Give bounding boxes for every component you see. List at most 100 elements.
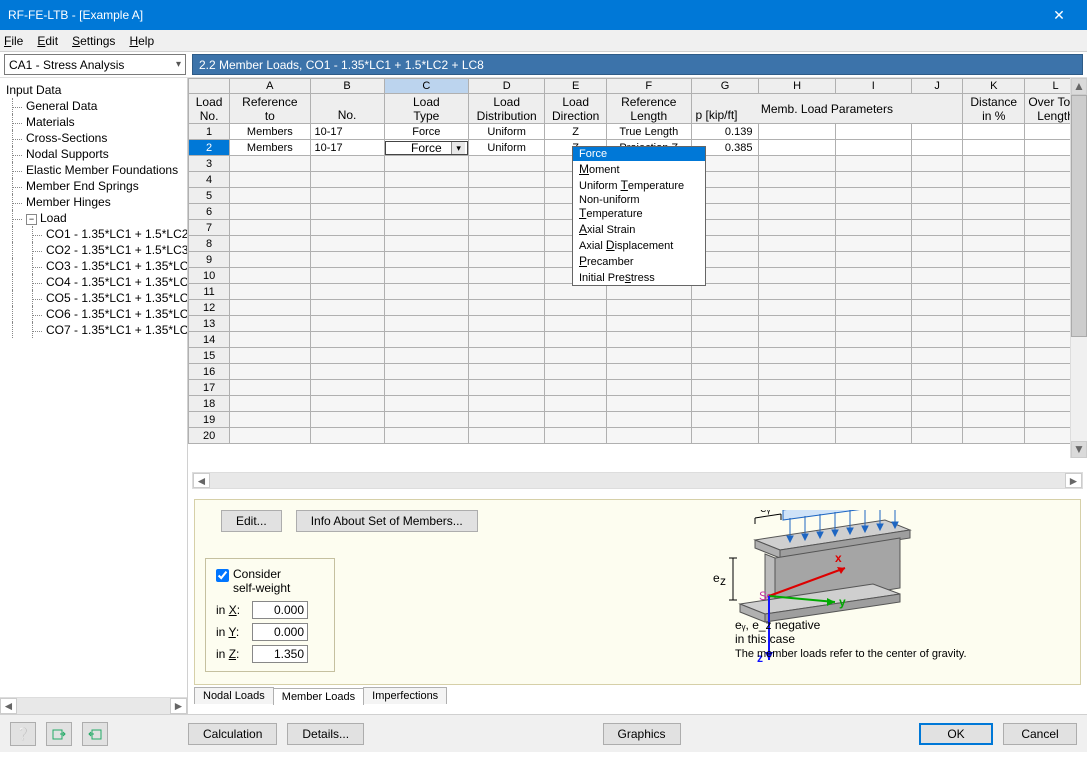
menu-settings[interactable]: Settings — [72, 34, 115, 48]
col-I[interactable]: I — [835, 79, 911, 94]
scroll-up-icon[interactable]: ▲ — [1071, 78, 1087, 95]
cancel-button[interactable]: Cancel — [1003, 723, 1077, 745]
iny-input[interactable] — [252, 623, 308, 641]
corner-cell — [189, 79, 230, 94]
grid-vscroll[interactable]: ▲ ▼ — [1070, 78, 1087, 458]
table-row[interactable]: 19 — [189, 412, 1087, 428]
tree-cross-sections[interactable]: Cross-Sections — [2, 130, 185, 146]
window-title: RF-FE-LTB - [Example A] — [8, 8, 1039, 22]
toolbar-row: CA1 - Stress Analysis 2.2 Member Loads, … — [0, 52, 1087, 78]
tree-co6[interactable]: CO6 - 1.35*LC1 + 1.35*LC — [2, 306, 185, 322]
menu-help[interactable]: Help — [129, 34, 154, 48]
opt-force[interactable]: Force — [573, 147, 705, 161]
opt-nonuniform-temp[interactable]: Non-uniform Temperature — [573, 193, 705, 221]
tree-materials[interactable]: Materials — [2, 114, 185, 130]
menu-file[interactable]: File — [4, 34, 23, 48]
tree-general-data[interactable]: General Data — [2, 98, 185, 114]
col-F[interactable]: F — [607, 79, 691, 94]
scroll-left-icon[interactable]: ◄ — [0, 698, 17, 714]
tree-root[interactable]: Input Data — [2, 82, 185, 98]
table-row[interactable]: 14 — [189, 332, 1087, 348]
col-E[interactable]: E — [545, 79, 607, 94]
details-button[interactable]: Details... — [287, 723, 364, 745]
opt-moment[interactable]: Moment — [573, 161, 705, 177]
tab-member-loads[interactable]: Member Loads — [273, 688, 364, 705]
export-left-icon[interactable] — [46, 722, 72, 746]
col-D[interactable]: D — [469, 79, 545, 94]
tree-nodal-supports[interactable]: Nodal Supports — [2, 146, 185, 162]
tree-co3[interactable]: CO3 - 1.35*LC1 + 1.35*LC — [2, 258, 185, 274]
col-C[interactable]: C — [384, 79, 468, 94]
hdr-ref-length: ReferenceLength — [607, 94, 691, 124]
opt-axial-strain[interactable]: Axial Strain — [573, 221, 705, 237]
opt-axial-disp[interactable]: Axial Displacement — [573, 237, 705, 253]
opt-prestress[interactable]: Initial Prestress — [573, 269, 705, 285]
scroll-left-icon[interactable]: ◄ — [193, 473, 210, 488]
table-row[interactable]: 16 — [189, 364, 1087, 380]
svg-text:e: e — [713, 571, 720, 585]
hdr-load-no: LoadNo. — [189, 94, 230, 124]
close-icon[interactable]: ✕ — [1039, 7, 1079, 24]
col-J[interactable]: J — [911, 79, 962, 94]
tree-co2[interactable]: CO2 - 1.35*LC1 + 1.5*LC3 — [2, 242, 185, 258]
sidebar: Input Data General Data Materials Cross-… — [0, 78, 188, 714]
scroll-right-icon[interactable]: ► — [1065, 473, 1082, 488]
ok-button[interactable]: OK — [919, 723, 993, 745]
analysis-combo[interactable]: CA1 - Stress Analysis — [4, 54, 186, 75]
svg-text:eᵧ: eᵧ — [760, 510, 771, 515]
svg-text:y: y — [839, 595, 846, 609]
load-type-dropdown[interactable]: Force Moment Uniform Temperature Non-uni… — [572, 146, 706, 286]
svg-text:S: S — [759, 589, 767, 603]
info-members-button[interactable]: Info About Set of Members... — [296, 510, 478, 532]
tree-co4[interactable]: CO4 - 1.35*LC1 + 1.35*LC — [2, 274, 185, 290]
selfweight-box: Considerself-weight in X: in Y: in Z: — [205, 558, 335, 672]
tab-nodal-loads[interactable]: Nodal Loads — [194, 687, 274, 704]
col-K[interactable]: K — [963, 79, 1025, 94]
calculation-button[interactable]: Calculation — [188, 723, 277, 745]
tree-co5[interactable]: CO5 - 1.35*LC1 + 1.35*LC — [2, 290, 185, 306]
col-A[interactable]: A — [230, 79, 310, 94]
tree-co7[interactable]: CO7 - 1.35*LC1 + 1.35*LC — [2, 322, 185, 338]
table-row[interactable]: 18 — [189, 396, 1087, 412]
opt-uniform-temp[interactable]: Uniform Temperature — [573, 177, 705, 193]
scroll-right-icon[interactable]: ► — [170, 698, 187, 714]
help-icon[interactable]: ❔ — [10, 722, 36, 746]
col-G[interactable]: G — [691, 79, 759, 94]
menu-edit[interactable]: Edit — [37, 34, 58, 48]
svg-text:z: z — [720, 574, 726, 588]
table-row[interactable]: 1 Members 10-17 Force Uniform Z True Len… — [189, 124, 1087, 140]
menu-bar: File Edit Settings Help — [0, 30, 1087, 52]
label-iny: in Y: — [216, 625, 246, 639]
title-bar: RF-FE-LTB - [Example A] ✕ — [0, 0, 1087, 30]
table-row[interactable]: 20 — [189, 428, 1087, 444]
opt-precamber[interactable]: Precamber — [573, 253, 705, 269]
expander-icon[interactable]: − — [26, 214, 37, 225]
export-right-icon[interactable] — [82, 722, 108, 746]
inx-input[interactable] — [252, 601, 308, 619]
edit-button[interactable]: Edit... — [221, 510, 282, 532]
tree-end-springs[interactable]: Member End Springs — [2, 178, 185, 194]
consider-selfweight-checkbox[interactable] — [216, 569, 229, 582]
tree-hinges[interactable]: Member Hinges — [2, 194, 185, 210]
col-H[interactable]: H — [759, 79, 835, 94]
tree-load[interactable]: −Load — [2, 210, 185, 226]
table-row[interactable]: 17 — [189, 380, 1087, 396]
hdr-load-type: LoadType — [384, 94, 468, 124]
tree-elastic-foundations[interactable]: Elastic Member Foundations — [2, 162, 185, 178]
hdr-distance: Distancein % — [963, 94, 1025, 124]
inz-input[interactable] — [252, 645, 308, 663]
lower-panel: Edit... Info About Set of Members... Con… — [194, 499, 1081, 685]
scroll-down-icon[interactable]: ▼ — [1071, 441, 1087, 458]
col-B[interactable]: B — [310, 79, 384, 94]
tab-imperfections[interactable]: Imperfections — [363, 687, 447, 704]
cell-load-type-dropdown[interactable]: Force — [384, 140, 468, 156]
tree-co1[interactable]: CO1 - 1.35*LC1 + 1.5*LC2 — [2, 226, 185, 242]
label-inx: in X: — [216, 603, 246, 617]
table-row[interactable]: 15 — [189, 348, 1087, 364]
sidebar-hscroll[interactable]: ◄ ► — [0, 697, 187, 714]
grid-hscroll[interactable]: ◄ ► — [192, 472, 1083, 489]
table-row[interactable]: 13 — [189, 316, 1087, 332]
note-cog: The member loads refer to the center of … — [735, 648, 967, 660]
table-row[interactable]: 12 — [189, 300, 1087, 316]
graphics-button[interactable]: Graphics — [603, 723, 681, 745]
